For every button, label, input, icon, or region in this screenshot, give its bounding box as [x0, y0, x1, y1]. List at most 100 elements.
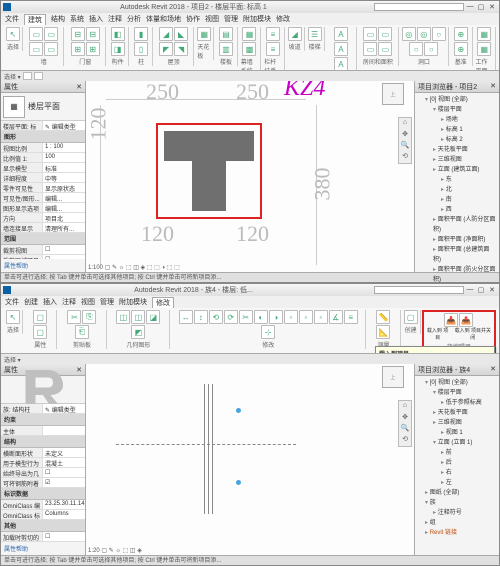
property-row[interactable]: 始终导出为几何图...☐ — [1, 468, 85, 478]
panel-close-icon[interactable]: ✕ — [76, 83, 82, 91]
ribbon-button[interactable]: ▭ — [44, 27, 58, 41]
tree-node[interactable]: 族注释符号 — [425, 498, 497, 518]
ribbon-button[interactable]: ⊟ — [86, 27, 100, 41]
property-row[interactable]: OmniClass 编号23.25.30.11.14.11 — [1, 500, 85, 510]
ribbon-tab[interactable]: 插入 — [43, 297, 57, 307]
tree-node[interactable]: 北 — [441, 185, 497, 195]
property-value[interactable]: 编辑... — [43, 203, 85, 212]
ribbon-button[interactable]: ▥ — [219, 42, 233, 56]
tree-node[interactable]: 立面 (建筑立面)东北南西 — [433, 165, 497, 215]
drawing-canvas[interactable]: 250 250 KZ4 120 380 120 120 上 ⌂✥🔍⟲ 1:100… — [86, 81, 414, 272]
ribbon-button[interactable]: 📐 — [376, 325, 390, 339]
ribbon-button[interactable]: ◎ — [402, 27, 416, 41]
ribbon-button[interactable]: ↖ — [6, 310, 20, 324]
tree-node[interactable]: Revit 链接 — [425, 528, 497, 538]
ribbon-button[interactable]: ∡ — [329, 310, 343, 324]
ref-point-icon[interactable] — [236, 408, 241, 413]
tree-node[interactable]: [0] 视图 (全部)楼层平面场地标高 1标高 2天花板平面三维视图立面 (建筑… — [425, 95, 497, 285]
ribbon-button[interactable]: ▦ — [477, 42, 491, 56]
property-value[interactable]: ☐ — [43, 532, 85, 541]
property-value[interactable]: 标准 — [43, 163, 85, 172]
minimize-button[interactable]: — — [465, 3, 475, 11]
instance-selector[interactable]: 楼层平面: 标高 1 — [1, 121, 43, 130]
tree-node[interactable]: 面积平面 (防火分区面积) — [433, 265, 497, 285]
property-value[interactable]: 中等 — [43, 173, 85, 182]
opt-icon[interactable] — [34, 72, 43, 80]
ribbon-button[interactable]: ▭ — [363, 27, 377, 41]
ribbon-tab[interactable]: 插入 — [89, 14, 103, 24]
ribbon-button[interactable]: ▦ — [197, 27, 211, 41]
ribbon-tab[interactable]: 系统 — [70, 14, 84, 24]
ribbon-button[interactable]: ▭ — [29, 42, 43, 56]
edit-type-button[interactable]: ✎ 编辑类型 — [43, 404, 85, 413]
ribbon-button[interactable]: ⊕ — [454, 27, 468, 41]
ribbon-button[interactable]: ▢ — [33, 310, 47, 324]
ribbon-button[interactable]: ▭ — [363, 42, 377, 56]
ribbon-button[interactable]: ○ — [432, 27, 446, 41]
property-value[interactable]: ☐ — [43, 468, 85, 477]
ribbon-button[interactable]: ▤ — [219, 27, 233, 41]
property-value[interactable]: 1 : 100 — [43, 143, 85, 152]
ribbon-button[interactable]: ⟳ — [224, 310, 238, 324]
properties-help-link[interactable]: 属性帮助 — [1, 259, 85, 272]
property-row[interactable]: 方向项目北 — [1, 213, 85, 223]
tree-node[interactable]: 面积平面 (人防分区面积) — [433, 215, 497, 235]
property-value[interactable]: ☐ — [43, 245, 85, 254]
tree-node[interactable]: 天花板平面 — [433, 145, 497, 155]
navigation-bar[interactable]: ⌂✥🔍⟲ — [398, 400, 412, 447]
ribbon-button[interactable]: ▭ — [44, 42, 58, 56]
ribbon-button[interactable]: ⊟ — [71, 27, 85, 41]
ribbon-tab[interactable]: 视图 — [81, 297, 95, 307]
tree-node[interactable]: 楼层平面低于参照标高 — [433, 388, 497, 408]
tree-node[interactable]: 后 — [441, 458, 497, 468]
ribbon-tab[interactable]: 建筑 — [24, 14, 46, 25]
close-button[interactable]: ✕ — [487, 3, 497, 11]
tree-node[interactable]: 低于参照标高 — [441, 398, 497, 408]
tree-node[interactable]: 标高 1 — [441, 125, 497, 135]
property-row[interactable]: 裁剪视图☐ — [1, 245, 85, 255]
property-value[interactable]: ☑ — [43, 478, 85, 487]
ribbon-tab[interactable]: 注释 — [108, 14, 122, 24]
ribbon-button[interactable]: ◫ — [116, 310, 130, 324]
ribbon-button[interactable]: ⊹ — [261, 325, 275, 339]
tree-node[interactable]: 图纸 (全部) — [425, 488, 497, 498]
ribbon-button[interactable]: 📤 — [459, 313, 473, 327]
maximize-button[interactable]: ▢ — [476, 3, 486, 11]
ribbon-button[interactable]: ◑ — [269, 310, 283, 324]
ribbon-button[interactable]: ◢ — [288, 27, 302, 41]
tree-node[interactable]: 组 — [425, 518, 497, 528]
ribbon-button[interactable]: ▢ — [33, 325, 47, 339]
ribbon-button[interactable]: ▭ — [378, 27, 392, 41]
property-value[interactable]: 未定义 — [43, 448, 85, 457]
ribbon-button[interactable]: A — [334, 42, 348, 56]
property-row[interactable]: OmniClass 标题Columns — [1, 510, 85, 520]
browser-tree[interactable]: [0] 视图 (全部)楼层平面低于参照标高天花板平面三维视图视图 1立面 (立面… — [415, 376, 499, 555]
tree-node[interactable]: 视图 1 — [441, 428, 497, 438]
ribbon-button[interactable]: ◎ — [417, 27, 431, 41]
ribbon-tab[interactable]: 协作 — [186, 14, 200, 24]
tree-node[interactable]: 三维视图视图 1 — [433, 418, 497, 438]
ribbon-button[interactable]: ▫ — [299, 310, 313, 324]
ribbon-button[interactable]: ✂ — [67, 310, 81, 324]
property-row[interactable]: 主体 — [1, 426, 85, 436]
ribbon-tab[interactable]: 分析 — [127, 14, 141, 24]
property-section-header[interactable]: 结构 — [1, 436, 85, 448]
tree-node[interactable]: 西 — [441, 205, 497, 215]
property-section-header[interactable]: 约束 — [1, 414, 85, 426]
property-value[interactable]: 清理所有... — [43, 223, 85, 232]
ribbon-tab[interactable]: 修改 — [276, 14, 290, 24]
panel-close-icon[interactable]: ✕ — [490, 82, 496, 91]
property-value[interactable] — [43, 426, 85, 435]
ribbon-tab[interactable]: 创建 — [24, 297, 38, 307]
property-row[interactable]: 详细程度中等 — [1, 173, 85, 183]
ribbon-button[interactable]: A — [334, 57, 348, 71]
tree-node[interactable]: [0] 视图 (全部)楼层平面低于参照标高天花板平面三维视图视图 1立面 (立面… — [425, 378, 497, 488]
ribbon-button[interactable]: ≡ — [266, 27, 280, 41]
ribbon-button[interactable]: ⎗ — [75, 325, 89, 339]
tree-node[interactable]: 南 — [441, 195, 497, 205]
property-value[interactable]: 100 — [43, 153, 85, 162]
properties-help-link[interactable]: 属性帮助 — [1, 542, 85, 555]
ribbon-button[interactable]: ▫ — [314, 310, 328, 324]
type-preview-icon[interactable]: ▦ — [3, 96, 25, 118]
viewcube[interactable]: 上 — [382, 83, 412, 113]
